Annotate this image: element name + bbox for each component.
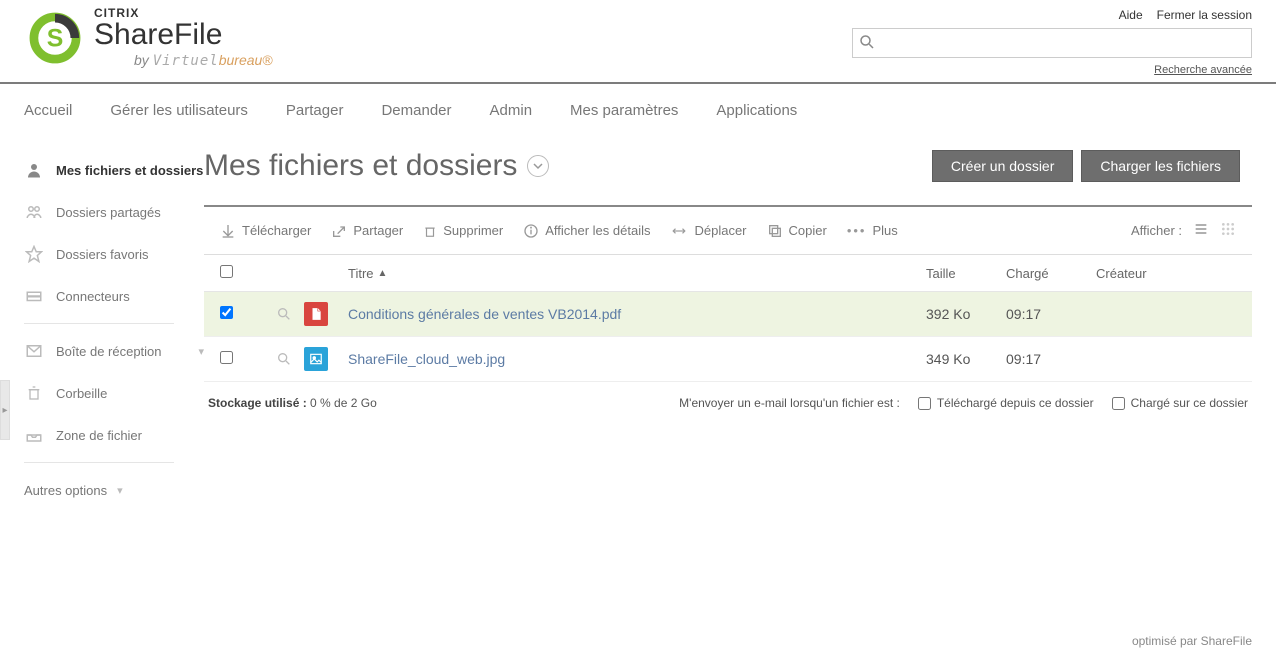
display-label: Afficher : xyxy=(1131,223,1182,238)
nav-share[interactable]: Partager xyxy=(286,102,344,119)
sidebar-item-inbox[interactable]: Boîte de réception ▾ xyxy=(24,330,204,372)
trash-icon xyxy=(24,384,44,402)
sidebar-item-connectors[interactable]: Connecteurs xyxy=(24,275,204,317)
col-header-size[interactable]: Taille xyxy=(926,266,1006,281)
nav-users[interactable]: Gérer les utilisateurs xyxy=(110,102,248,119)
image-file-icon xyxy=(304,347,328,371)
person-icon xyxy=(24,161,44,179)
file-uploaded: 09:17 xyxy=(1006,306,1096,322)
inbox-tray-icon xyxy=(24,426,44,444)
sidebar-item-favorites[interactable]: Dossiers favoris xyxy=(24,233,204,275)
sidebar-item-my-files[interactable]: Mes fichiers et dossiers xyxy=(24,149,204,191)
select-all-checkbox[interactable] xyxy=(220,265,233,278)
action-move[interactable]: Déplacer xyxy=(670,223,746,238)
pdf-file-icon xyxy=(304,302,328,326)
advanced-search-link[interactable]: Recherche avancée xyxy=(1154,64,1252,76)
logout-link[interactable]: Fermer la session xyxy=(1157,8,1252,22)
notify-download-checkbox[interactable] xyxy=(918,397,931,410)
row-checkbox[interactable] xyxy=(220,306,233,319)
mail-icon xyxy=(24,342,44,360)
sidebar-item-shared[interactable]: Dossiers partagés xyxy=(24,191,204,233)
dots-icon: ••• xyxy=(847,223,867,238)
nav-apps[interactable]: Applications xyxy=(716,102,797,119)
optimised-by-note: optimisé par ShareFile xyxy=(1132,634,1252,648)
footer-row: Stockage utilisé : 0 % de 2 Go M'envoyer… xyxy=(204,382,1252,424)
table-row[interactable]: Conditions générales de ventes VB2014.pd… xyxy=(204,292,1252,337)
sidebar-item-trash[interactable]: Corbeille xyxy=(24,372,204,414)
file-table: Titre ▲ Taille Chargé Créateur Condition… xyxy=(204,255,1252,382)
actions-bar: Télécharger Partager Supprimer Afficher … xyxy=(204,205,1252,255)
row-checkbox[interactable] xyxy=(220,351,233,364)
nav-accueil[interactable]: Accueil xyxy=(24,102,72,119)
sort-asc-icon: ▲ xyxy=(378,268,388,279)
title-dropdown-icon[interactable] xyxy=(527,155,549,177)
table-row[interactable]: ShareFile_cloud_web.jpg 349 Ko 09:17 xyxy=(204,337,1252,382)
brand-byline: by Virtuelbureau® xyxy=(134,52,273,69)
notify-upload-option[interactable]: Chargé sur ce dossier xyxy=(1112,396,1248,410)
action-download[interactable]: Télécharger xyxy=(220,223,311,239)
sidebar: Mes fichiers et dossiers Dossiers partag… xyxy=(0,149,204,512)
action-more[interactable]: ••• Plus xyxy=(847,223,898,238)
header-bar: S CITRIX ShareFile by Virtuelbureau® Aid… xyxy=(0,0,1276,84)
people-icon xyxy=(24,203,44,221)
preview-icon[interactable] xyxy=(264,351,304,367)
file-uploaded: 09:17 xyxy=(1006,351,1096,367)
drive-icon xyxy=(24,287,44,305)
storage-used: Stockage utilisé : 0 % de 2 Go xyxy=(208,396,377,410)
notify-download-option[interactable]: Téléchargé depuis ce dossier xyxy=(918,396,1094,410)
sidebar-item-filezone[interactable]: Zone de fichier xyxy=(24,414,204,456)
col-header-title[interactable]: Titre ▲ xyxy=(348,266,926,281)
table-header: Titre ▲ Taille Chargé Créateur xyxy=(204,255,1252,292)
search-icon xyxy=(858,33,876,54)
sidebar-separator xyxy=(24,323,174,324)
action-share[interactable]: Partager xyxy=(331,223,403,239)
notify-upload-checkbox[interactable] xyxy=(1112,397,1125,410)
col-header-uploaded[interactable]: Chargé xyxy=(1006,266,1096,281)
nav-admin[interactable]: Admin xyxy=(490,102,533,119)
logo-block: S CITRIX ShareFile by Virtuelbureau® xyxy=(24,6,273,69)
notify-label: M'envoyer un e-mail lorsqu'un fichier es… xyxy=(679,396,900,410)
sidebar-separator-2 xyxy=(24,462,174,463)
help-link[interactable]: Aide xyxy=(1119,8,1143,22)
action-details[interactable]: Afficher les détails xyxy=(523,223,650,239)
star-icon xyxy=(24,245,44,263)
col-header-creator[interactable]: Créateur xyxy=(1096,266,1236,281)
file-name[interactable]: Conditions générales de ventes VB2014.pd… xyxy=(348,306,926,322)
page-title: Mes fichiers et dossiers xyxy=(204,149,517,183)
sidebar-collapse-handle[interactable]: ▸ xyxy=(0,380,10,440)
create-folder-button[interactable]: Créer un dossier xyxy=(932,150,1074,182)
nav-settings[interactable]: Mes paramètres xyxy=(570,102,678,119)
action-copy[interactable]: Copier xyxy=(767,223,827,239)
content-area: Mes fichiers et dossiers Créer un dossie… xyxy=(204,149,1252,512)
chevron-down-icon: ▾ xyxy=(117,484,123,497)
nav-request[interactable]: Demander xyxy=(381,102,451,119)
file-size: 349 Ko xyxy=(926,351,1006,367)
sidebar-other-options[interactable]: Autres options ▾ xyxy=(24,469,204,512)
svg-text:S: S xyxy=(47,25,64,52)
action-delete[interactable]: Supprimer xyxy=(423,223,503,239)
sharefile-logo-icon: S xyxy=(24,7,86,69)
preview-icon[interactable] xyxy=(264,306,304,322)
search-input[interactable] xyxy=(852,28,1252,58)
upload-files-button[interactable]: Charger les fichiers xyxy=(1081,150,1240,182)
main-nav: Accueil Gérer les utilisateurs Partager … xyxy=(0,84,1276,133)
view-list-icon[interactable] xyxy=(1192,221,1210,240)
view-grid-icon[interactable] xyxy=(1220,221,1236,240)
brand-sharefile: ShareFile xyxy=(94,20,273,50)
file-size: 392 Ko xyxy=(926,306,1006,322)
file-name[interactable]: ShareFile_cloud_web.jpg xyxy=(348,351,926,367)
